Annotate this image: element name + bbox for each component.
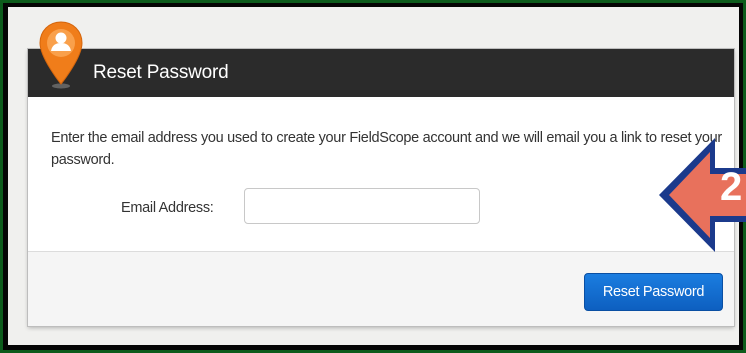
reset-password-dialog: Reset Password Enter the email address y… <box>28 49 734 326</box>
reset-password-button[interactable]: Reset Password <box>584 273 723 311</box>
dialog-body: Enter the email address you used to crea… <box>28 97 734 252</box>
email-label: Email Address: <box>121 200 214 216</box>
email-input[interactable] <box>244 188 480 224</box>
instructions-text: Enter the email address you used to crea… <box>51 130 722 168</box>
step-number-badge: 2 <box>720 165 743 209</box>
dialog-header: Reset Password <box>28 49 734 98</box>
dialog-title: Reset Password <box>93 62 229 83</box>
location-pin-user-icon <box>39 21 83 89</box>
dialog-footer: Reset Password <box>28 252 734 326</box>
